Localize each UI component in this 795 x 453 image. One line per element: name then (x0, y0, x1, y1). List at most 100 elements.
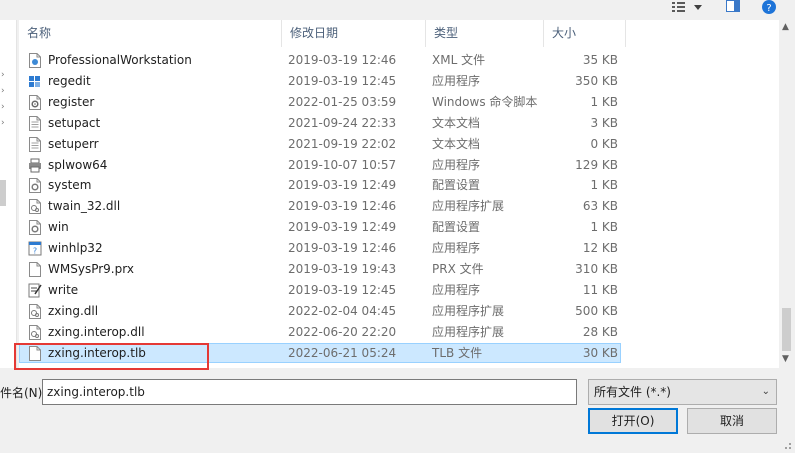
file-row[interactable]: setupact 2021-09-24 22:33 文本文档 3 KB (19, 113, 779, 134)
file-row[interactable]: ? winhlp32 2019-03-19 12:46 应用程序 12 KB (19, 238, 779, 259)
file-date: 2021-09-19 22:02 (288, 136, 397, 151)
file-row[interactable]: splwow64 2019-10-07 10:57 应用程序 129 KB (19, 155, 779, 176)
expand-arrow-icon[interactable]: › (1, 118, 5, 128)
file-size: 30 KB (582, 345, 618, 360)
file-name: win (48, 220, 69, 235)
column-header-name[interactable]: 名称 (19, 20, 282, 47)
top-toolbar: ? (0, 0, 795, 20)
resize-grip-icon[interactable] (780, 438, 792, 450)
navigation-pane[interactable]: › › › › (0, 20, 17, 368)
file-type: Windows 命令脚本 (432, 94, 538, 109)
scroll-down-icon[interactable]: ▼ (782, 354, 789, 364)
script-file-icon (28, 94, 42, 110)
printer-app-icon (28, 158, 42, 173)
file-row[interactable]: ProfessionalWorkstation 2019-03-19 12:46 X… (19, 50, 779, 71)
open-button[interactable]: 打开(O) (588, 408, 678, 434)
file-size: 129 KB (575, 157, 618, 172)
file-size: 1 KB (590, 220, 618, 235)
help-button[interactable]: ? (762, 0, 780, 14)
file-row[interactable]: register 2022-01-25 03:59 Windows 命令脚本 1 KB (19, 92, 779, 113)
file-type: 应用程序扩展 (432, 199, 505, 214)
file-list[interactable]: ^ 名称 修改日期 类型 大小 ProfessionalWorkstation 2… (19, 20, 779, 368)
regedit-app-icon (28, 74, 42, 89)
file-row[interactable]: WMSysPr9.prx 2019-03-19 19:43 PRX 文件 310 KB (19, 259, 779, 280)
file-type: 应用程序 (432, 73, 481, 88)
file-row[interactable]: setuperr 2021-09-19 22:02 文本文档 0 KB (19, 134, 779, 155)
chevron-down-icon: ⌄ (761, 386, 770, 397)
file-row[interactable]: write 2019-03-19 12:45 应用程序 11 KB (19, 280, 779, 301)
file-row[interactable]: regedit 2019-03-19 12:45 应用程序 350 KB (19, 71, 779, 92)
config-file-icon (28, 220, 42, 236)
file-type: 应用程序 (432, 282, 481, 297)
file-date: 2019-03-19 12:49 (288, 178, 397, 193)
details-view-icon (672, 2, 690, 12)
dll-file-icon (28, 199, 42, 215)
file-row[interactable]: zxing.interop.dll 2022-06-20 22:20 应用程序扩展 2… (19, 322, 779, 343)
file-row[interactable]: zxing.dll 2022-02-04 04:45 应用程序扩展 500 KB (19, 301, 779, 322)
text-file-icon (28, 115, 42, 131)
column-header-size[interactable]: 大小 (544, 20, 626, 47)
file-date: 2022-01-25 03:59 (288, 94, 397, 109)
file-name: twain_32.dll (48, 199, 121, 214)
filetype-selected: 所有文件 (*.*) (594, 385, 671, 399)
file-type: 配置设置 (432, 220, 481, 235)
file-size: 0 KB (590, 136, 618, 151)
file-type: 配置设置 (432, 178, 481, 193)
cancel-button[interactable]: 取消 (687, 408, 777, 434)
filename-input[interactable]: zxing.interop.tlb (42, 379, 577, 405)
file-type: 应用程序扩展 (432, 324, 505, 339)
file-name: regedit (48, 73, 91, 88)
blank-file-icon (28, 262, 42, 277)
filename-label: 件名(N): (0, 386, 47, 400)
file-name: WMSysPr9.prx (48, 262, 134, 276)
file-type: 应用程序扩展 (432, 303, 505, 318)
file-size: 1 KB (590, 94, 618, 109)
file-date: 2019-03-19 12:46 (288, 199, 397, 214)
preview-pane-button[interactable] (726, 0, 744, 14)
dll-file-icon (28, 303, 42, 319)
expand-arrow-icon[interactable]: › (1, 70, 5, 80)
column-header-date[interactable]: 修改日期 (282, 20, 426, 47)
xml-file-icon (28, 53, 42, 68)
file-size: 350 KB (575, 73, 618, 88)
file-name: zxing.interop.dll (48, 324, 145, 339)
file-date: 2022-06-21 05:24 (288, 345, 397, 360)
view-menu-button[interactable] (672, 0, 712, 14)
file-row[interactable]: win 2019-03-19 12:49 配置设置 1 KB (19, 217, 779, 238)
file-type: 文本文档 (432, 115, 481, 130)
expand-arrow-icon[interactable]: › (1, 102, 5, 112)
file-type: XML 文件 (432, 53, 486, 67)
file-name: ProfessionalWorkstation (48, 53, 192, 67)
expand-arrow-icon[interactable]: › (1, 86, 5, 96)
config-file-icon (28, 178, 42, 194)
file-row[interactable]: twain_32.dll 2019-03-19 12:46 应用程序扩展 63 KB (19, 196, 779, 217)
nav-scrollbar-thumb[interactable] (0, 180, 6, 206)
file-date: 2019-03-19 12:45 (288, 73, 397, 88)
filetype-dropdown[interactable]: 所有文件 (*.*) ⌄ (588, 379, 777, 405)
write-app-icon (28, 283, 42, 298)
vertical-scrollbar[interactable]: ▲ ▼ (779, 20, 795, 368)
file-date: 2019-03-19 19:43 (288, 262, 397, 276)
text-file-icon (28, 136, 42, 152)
file-date: 2022-02-04 04:45 (288, 303, 397, 318)
file-date: 2019-03-19 12:46 (288, 53, 397, 67)
file-name: setuperr (48, 136, 99, 151)
column-header-bar: ^ 名称 修改日期 类型 大小 (19, 20, 779, 47)
scrollbar-thumb[interactable] (782, 308, 791, 351)
help-app-icon: ? (28, 241, 42, 256)
file-type: PRX 文件 (432, 262, 484, 276)
help-icon: ? (762, 0, 780, 14)
file-date: 2019-03-19 12:46 (288, 241, 397, 256)
file-size: 500 KB (575, 303, 618, 318)
scroll-up-icon[interactable]: ▲ (782, 22, 789, 32)
file-size: 11 KB (582, 282, 618, 297)
chevron-down-icon (694, 4, 702, 10)
file-date: 2019-03-19 12:49 (288, 220, 397, 235)
file-name: winhlp32 (48, 241, 103, 256)
file-size: 1 KB (590, 178, 618, 193)
annotation-highlight-box (14, 343, 209, 370)
file-date: 2021-09-24 22:33 (288, 115, 397, 130)
column-header-type[interactable]: 类型 (426, 20, 544, 47)
preview-pane-icon (726, 0, 744, 12)
file-row[interactable]: system 2019-03-19 12:49 配置设置 1 KB (19, 175, 779, 196)
